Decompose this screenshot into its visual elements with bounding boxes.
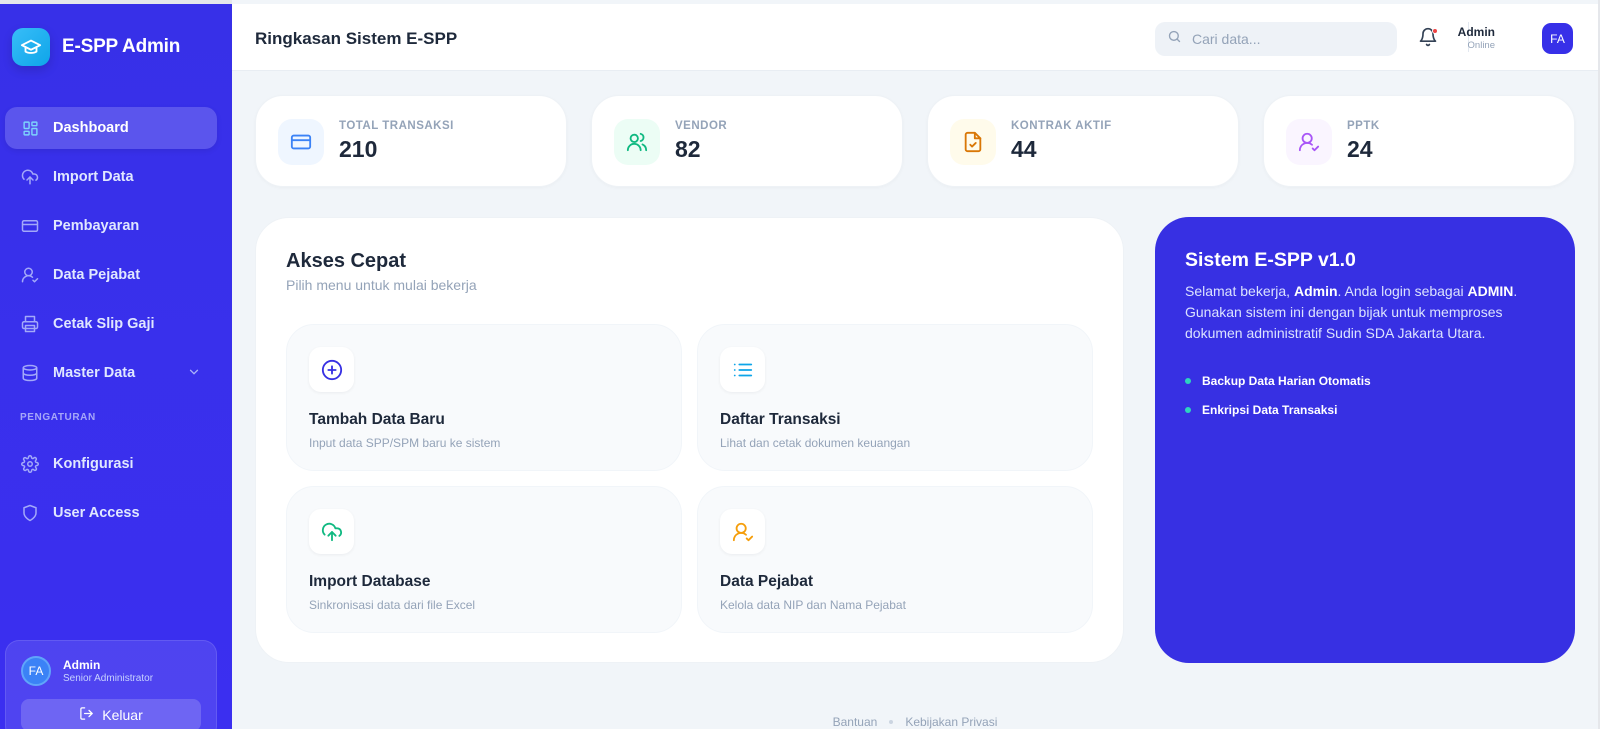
sidebar-item-label: Cetak Slip Gaji — [53, 316, 155, 332]
sidebar-item-label: Dashboard — [53, 120, 129, 136]
brand[interactable]: E-SPP Admin — [12, 28, 180, 66]
sidebar-nav: Dashboard Import Data Pembayaran Data Pe… — [5, 107, 217, 541]
credit-card-icon — [278, 119, 324, 165]
list-icon — [720, 347, 765, 392]
logout-button[interactable]: Keluar — [21, 699, 201, 729]
gear-icon — [20, 454, 40, 474]
file-check-icon — [950, 119, 996, 165]
profile-role: Senior Administrator — [63, 673, 154, 684]
cloud-upload-icon — [309, 509, 354, 554]
tile-title: Import Database — [309, 573, 431, 590]
footer: Bantuan Kebijakan Privasi — [232, 715, 1598, 729]
printer-icon — [20, 314, 40, 334]
feature-list: Backup Data Harian Otomatis Enkripsi Dat… — [1185, 374, 1371, 432]
header-user-name: Admin — [1457, 25, 1495, 39]
top-header: Ringkasan Sistem E-SPP Admin Online FA — [232, 4, 1600, 71]
cloud-upload-icon — [20, 167, 40, 187]
sidebar-item-label: Master Data — [53, 365, 136, 381]
quick-tile-tambah-data[interactable]: Tambah Data Baru Input data SPP/SPM baru… — [286, 324, 682, 471]
avatar: FA — [21, 656, 51, 686]
page-title: Ringkasan Sistem E-SPP — [255, 29, 458, 48]
search-box[interactable] — [1155, 22, 1397, 56]
stat-value: 44 — [1011, 136, 1037, 162]
chevron-down-icon[interactable] — [187, 365, 201, 383]
sidebar-item-label: Import Data — [53, 169, 134, 185]
header-user-status: Online — [1467, 40, 1495, 51]
profile-name: Admin — [63, 658, 101, 672]
info-title: Sistem E-SPP v1.0 — [1185, 249, 1356, 271]
settings-section-label: PENGATURAN — [20, 412, 96, 423]
tile-description: Lihat dan cetak dokumen keuangan — [720, 436, 911, 450]
app-name: E-SPP Admin — [62, 36, 181, 57]
footer-link-bantuan[interactable]: Bantuan — [833, 715, 878, 729]
footer-separator — [889, 720, 894, 724]
quick-tile-data-pejabat[interactable]: Data Pejabat Kelola data NIP dan Nama Pe… — [697, 486, 1093, 633]
tile-description: Sinkronisasi data dari file Excel — [309, 598, 476, 612]
sidebar-item-label: User Access — [53, 505, 140, 521]
stat-label: VENDOR — [675, 120, 728, 132]
logout-label: Keluar — [102, 707, 143, 723]
sidebar-item-label: Pembayaran — [53, 218, 140, 234]
user-check-icon — [720, 509, 765, 554]
sidebar-item-master-data[interactable]: Master Data — [5, 352, 217, 394]
stat-card-kontrak-aktif: KONTRAK AKTIF 44 — [927, 95, 1239, 187]
info-text: Selamat bekerja, Admin. Anda login sebag… — [1185, 283, 1518, 341]
footer-link-kebijakan-privasi[interactable]: Kebijakan Privasi — [905, 715, 997, 729]
tile-title: Tambah Data Baru — [309, 411, 445, 428]
database-icon — [20, 363, 40, 383]
stat-label: KONTRAK AKTIF — [1011, 120, 1112, 132]
users-icon — [614, 119, 660, 165]
header-avatar[interactable]: FA — [1542, 23, 1573, 54]
quick-tile-import-database[interactable]: Import Database Sinkronisasi data dari f… — [286, 486, 682, 633]
sidebar: E-SPP Admin Dashboard Import Data Pembay… — [0, 0, 232, 729]
shield-icon — [20, 503, 40, 523]
tile-title: Daftar Transaksi — [720, 411, 841, 428]
plus-circle-icon — [309, 347, 354, 392]
search-input[interactable] — [1192, 31, 1372, 47]
sidebar-item-import-data[interactable]: Import Data — [5, 156, 217, 198]
sidebar-profile-card: FA Admin Senior Administrator Keluar — [5, 640, 217, 729]
tile-description: Kelola data NIP dan Nama Pejabat — [720, 598, 906, 612]
sidebar-item-konfigurasi[interactable]: Konfigurasi — [5, 443, 217, 485]
list-item: Backup Data Harian Otomatis — [1185, 374, 1371, 388]
stat-card-total-transaksi: TOTAL TRANSAKSI 210 — [255, 95, 567, 187]
list-item: Enkripsi Data Transaksi — [1185, 403, 1371, 417]
user-check-icon — [1286, 119, 1332, 165]
stat-value: 210 — [339, 136, 378, 162]
system-info-panel: Sistem E-SPP v1.0 Selamat bekerja, Admin… — [1155, 217, 1575, 663]
logout-icon — [79, 706, 94, 724]
bullet-dot — [1185, 407, 1191, 413]
user-check-icon — [20, 265, 40, 285]
stat-card-vendor: VENDOR 82 — [591, 95, 903, 187]
bullet-dot — [1185, 378, 1191, 384]
quick-access-panel: Akses Cepat Pilih menu untuk mulai beker… — [255, 217, 1124, 663]
dashboard-grid-icon — [20, 118, 40, 138]
tile-description: Input data SPP/SPM baru ke sistem — [309, 436, 501, 450]
notification-dot — [1432, 28, 1438, 34]
stat-card-pptk: PPTK 24 — [1263, 95, 1575, 187]
quick-access-subtitle: Pilih menu untuk mulai bekerja — [286, 277, 477, 293]
sidebar-item-label: Konfigurasi — [53, 456, 134, 472]
stat-value: 24 — [1347, 136, 1373, 162]
credit-card-icon — [20, 216, 40, 236]
sidebar-item-data-pejabat[interactable]: Data Pejabat — [5, 254, 217, 296]
sidebar-item-cetak-slip-gaji[interactable]: Cetak Slip Gaji — [5, 303, 217, 345]
stat-label: TOTAL TRANSAKSI — [339, 120, 454, 132]
quick-access-title: Akses Cepat — [286, 250, 407, 272]
sidebar-item-user-access[interactable]: User Access — [5, 492, 217, 534]
stat-value: 82 — [675, 136, 701, 162]
tile-title: Data Pejabat — [720, 573, 814, 590]
sidebar-item-label: Data Pejabat — [53, 267, 141, 283]
search-icon — [1167, 29, 1182, 49]
stat-label: PPTK — [1347, 120, 1380, 132]
graduation-cap-icon — [12, 28, 50, 66]
sidebar-item-pembayaran[interactable]: Pembayaran — [5, 205, 217, 247]
notification-bell-button[interactable] — [1418, 27, 1440, 49]
quick-tile-daftar-transaksi[interactable]: Daftar Transaksi Lihat dan cetak dokumen… — [697, 324, 1093, 471]
sidebar-item-dashboard[interactable]: Dashboard — [5, 107, 217, 149]
